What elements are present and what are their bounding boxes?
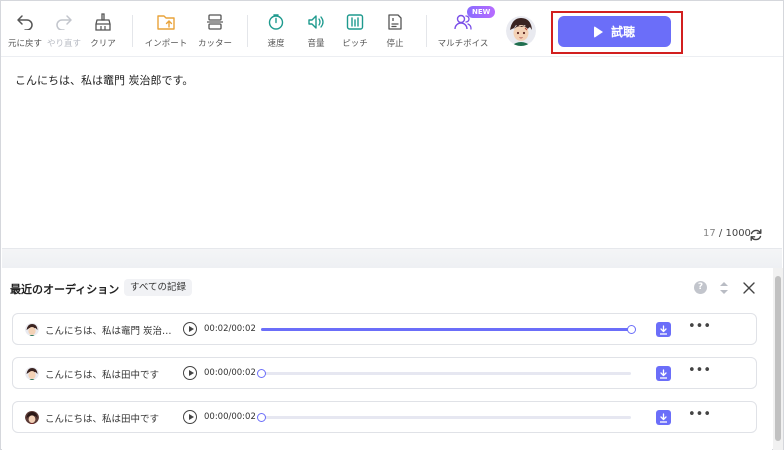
- download-icon: [660, 412, 667, 423]
- download-icon: [660, 368, 667, 379]
- more-options-icon[interactable]: •••: [688, 407, 711, 422]
- scrollbar[interactable]: [773, 268, 783, 450]
- history-row: こんにちは、私は竈門 炭治郎... 00:02/00:02 •••: [12, 313, 757, 345]
- cutter-icon: [204, 11, 226, 33]
- cutter-button[interactable]: カッター: [185, 11, 245, 49]
- voice-avatar: [25, 322, 39, 336]
- history-row: こんにちは、私は田中です 00:00/00:02 •••: [12, 357, 757, 389]
- voice-avatar: [25, 410, 39, 424]
- folder-import-icon: [155, 11, 177, 33]
- scrollbar-thumb[interactable]: [775, 276, 781, 441]
- pause-doc-icon: [384, 11, 406, 33]
- close-icon[interactable]: [742, 280, 756, 294]
- more-options-icon[interactable]: •••: [688, 319, 711, 334]
- app-window: 元に戻す やり直す クリア インポート カッター 速度 音量 ピッチ 停止 マル…: [0, 0, 784, 450]
- download-button[interactable]: [656, 366, 671, 381]
- row-time: 00:00/00:02: [204, 412, 256, 422]
- progress-knob[interactable]: [627, 325, 636, 334]
- char-counter: 17 / 1000: [703, 228, 751, 239]
- toolbar-divider: [426, 15, 427, 47]
- panel-divider: [2, 248, 782, 268]
- row-time: 00:02/00:02: [204, 324, 256, 334]
- row-time: 00:00/00:02: [204, 368, 256, 378]
- toolbar: 元に戻す やり直す クリア インポート カッター 速度 音量 ピッチ 停止 マル…: [1, 1, 783, 57]
- voice-avatar[interactable]: [506, 16, 536, 46]
- progress-track[interactable]: [261, 325, 636, 334]
- pause-button[interactable]: 停止: [365, 11, 425, 49]
- progress-track[interactable]: [257, 369, 631, 378]
- progress-fill: [261, 328, 631, 331]
- script-text-editor[interactable]: こんにちは、私は竈門 炭治郎です。: [15, 72, 193, 88]
- toolbar-divider: [132, 15, 133, 47]
- help-icon[interactable]: ?: [694, 281, 707, 294]
- history-row-text: こんにちは、私は田中です: [45, 370, 160, 381]
- download-icon: [660, 324, 667, 335]
- redo-icon: [53, 11, 75, 33]
- history-row: こんにちは、私は田中です 00:00/00:02 •••: [12, 401, 757, 433]
- volume-icon: [305, 11, 327, 33]
- download-button[interactable]: [656, 410, 671, 425]
- pitch-icon: [344, 11, 366, 33]
- history-title: 最近のオーディション: [10, 283, 120, 296]
- progress-knob[interactable]: [257, 369, 266, 378]
- broom-icon: [92, 11, 114, 33]
- progress-knob[interactable]: [257, 413, 266, 422]
- download-button[interactable]: [656, 322, 671, 337]
- play-icon: [593, 25, 603, 38]
- row-play-button[interactable]: [183, 322, 197, 336]
- preview-play-label: 試聴: [610, 25, 635, 39]
- more-options-icon[interactable]: •••: [688, 363, 711, 378]
- history-row-text: こんにちは、私は田中です: [45, 414, 160, 425]
- row-play-button[interactable]: [183, 366, 197, 380]
- history-panel: 最近のオーディション すべての記録 ? こんにちは、私は竈門 炭治郎... 00…: [2, 268, 772, 450]
- char-count: 17: [703, 228, 716, 239]
- speed-icon: [265, 11, 287, 33]
- voice-avatar: [25, 366, 39, 380]
- row-play-button[interactable]: [183, 410, 197, 424]
- progress-track[interactable]: [257, 413, 631, 422]
- undo-icon: [14, 11, 36, 33]
- refresh-icon[interactable]: [749, 227, 763, 241]
- expand-collapse-icon[interactable]: [718, 280, 730, 296]
- all-records-button[interactable]: すべての記録: [124, 279, 192, 296]
- char-limit: / 1000: [718, 228, 751, 239]
- preview-play-button[interactable]: 試聴: [558, 16, 671, 47]
- clear-button[interactable]: クリア: [73, 11, 133, 49]
- history-row-text: こんにちは、私は竈門 炭治郎...: [45, 326, 175, 337]
- new-badge: NEW: [467, 6, 496, 18]
